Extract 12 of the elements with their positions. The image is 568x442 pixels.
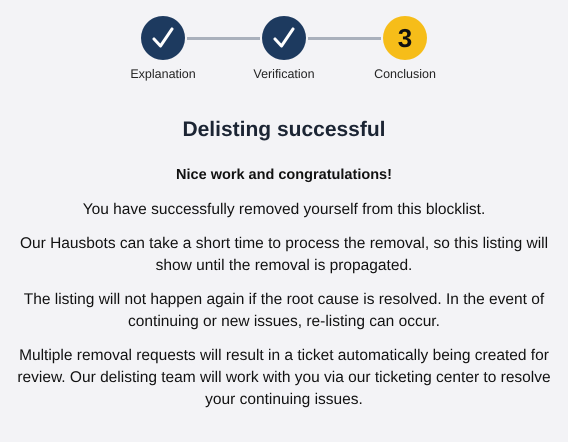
step-number: 3 xyxy=(398,22,412,54)
paragraph: Multiple removal requests will result in a ticket automatically being created for review. Our delisting team will work with you via our ticketing center to resolve your continuing issues. xyxy=(16,346,552,410)
step-label: Conclusion xyxy=(374,66,436,83)
paragraph: The listing will not happen again if the root cause is resolved. In the event of continuing or new issues, re-listing can occur. xyxy=(22,290,546,332)
step-label: Explanation xyxy=(130,66,196,83)
paragraph: You have successfully removed yourself from this blocklist. xyxy=(82,200,486,220)
page-title: Delisting successful xyxy=(182,116,386,143)
subtitle: Nice work and congratulations! xyxy=(176,166,392,186)
checkmark-icon xyxy=(151,26,175,50)
step-label: Verification xyxy=(253,66,315,83)
checkmark-icon xyxy=(272,26,296,50)
paragraph: Our Hausbots can take a short time to process the removal, so this listing will show until the removal is propagated. xyxy=(18,234,550,276)
